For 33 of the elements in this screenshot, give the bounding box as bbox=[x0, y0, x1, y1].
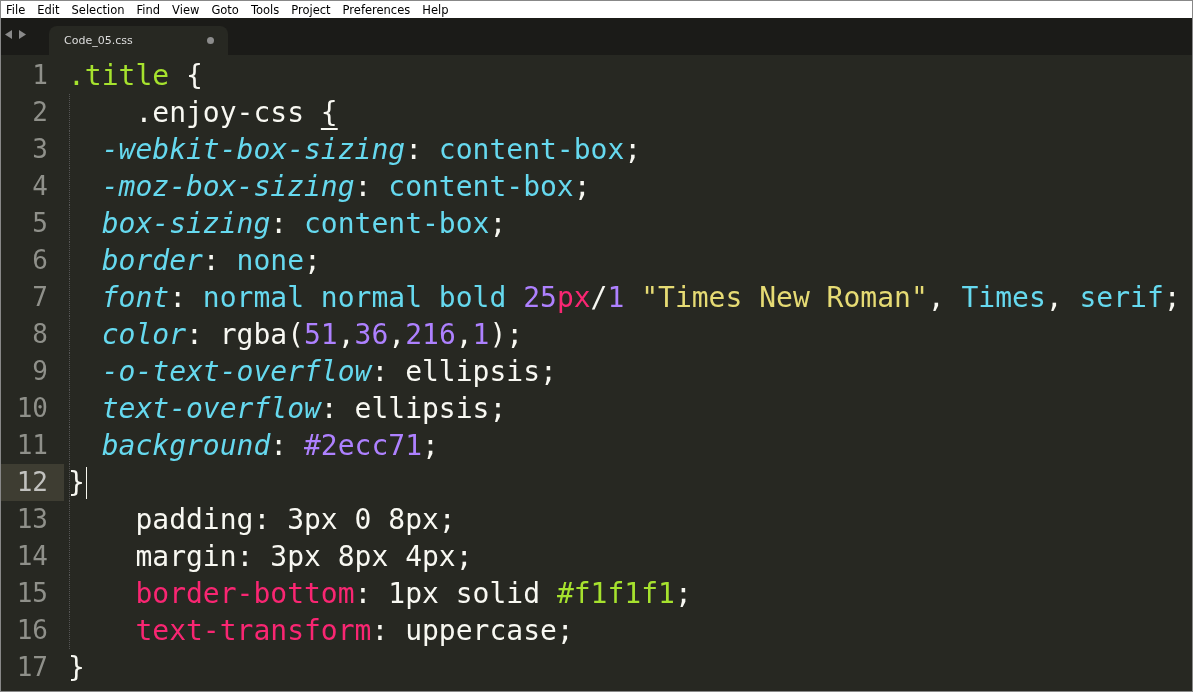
menu-item[interactable]: File bbox=[5, 2, 37, 17]
line-number: 15 bbox=[15, 577, 49, 610]
menu-item[interactable]: Selection bbox=[70, 2, 136, 17]
line-number: 10 bbox=[15, 392, 49, 425]
line-number: 17 bbox=[15, 651, 49, 684]
line-number: 8 bbox=[31, 318, 49, 351]
code-line: } bbox=[68, 650, 85, 686]
line-number: 6 bbox=[31, 244, 49, 277]
text-cursor bbox=[85, 466, 87, 499]
left-arrow-icon[interactable] bbox=[5, 30, 12, 39]
menu-item[interactable]: Preferences bbox=[341, 2, 422, 17]
line-number: 13 bbox=[15, 503, 49, 536]
line-number: 16 bbox=[15, 614, 49, 647]
line-number: 4 bbox=[31, 170, 49, 203]
line-number: 2 bbox=[31, 96, 49, 129]
line-number: 3 bbox=[31, 133, 49, 166]
file-tab[interactable]: Code_05.css bbox=[49, 26, 228, 55]
menu-item[interactable]: Goto bbox=[210, 2, 250, 17]
line-number: 1 bbox=[31, 59, 49, 92]
menu-item[interactable]: View bbox=[171, 2, 211, 17]
code-line: .title { bbox=[68, 58, 203, 94]
menu-item[interactable]: Edit bbox=[36, 2, 71, 17]
line-number: 7 bbox=[31, 281, 49, 314]
right-arrow-icon[interactable] bbox=[19, 30, 26, 39]
line-number: 9 bbox=[31, 355, 49, 388]
line-number: 14 bbox=[15, 540, 49, 573]
menu-item[interactable]: Find bbox=[135, 2, 172, 17]
line-number: 11 bbox=[15, 429, 49, 462]
menu-item[interactable]: Tools bbox=[249, 2, 291, 17]
menu-item[interactable]: Help bbox=[421, 2, 460, 17]
line-number: 12 bbox=[1, 464, 64, 501]
line-number: 5 bbox=[31, 207, 49, 240]
menu-item[interactable]: Project bbox=[290, 2, 342, 17]
